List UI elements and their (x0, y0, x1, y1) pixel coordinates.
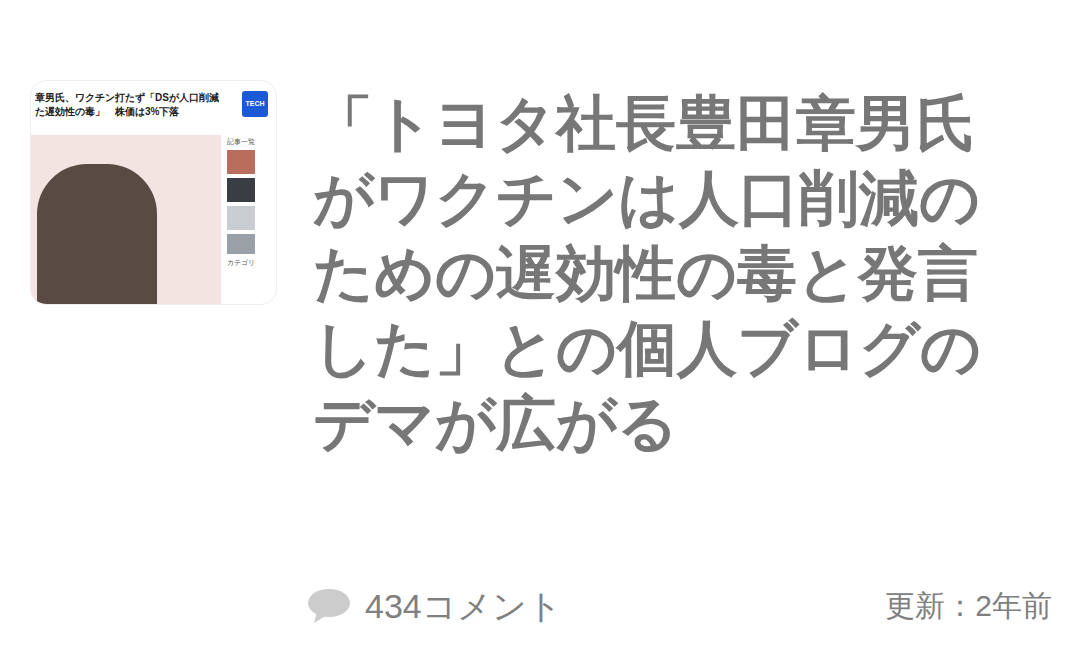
comment-label: 434コメント (365, 584, 562, 628)
news-item[interactable]: 章男氏、ワクチン打たず「DSが人口削減 た遅効性の毒」 株価は3%下落 TECH… (0, 0, 1080, 656)
sidebar-footer: カテゴリ (227, 258, 270, 267)
sidebar-heading: 記事一覧 (227, 137, 270, 146)
sidebar-thumb (227, 234, 255, 254)
sidebar-thumb (227, 150, 255, 174)
site-badge: TECH (242, 91, 268, 117)
thumbnail-headline: 章男氏、ワクチン打たず「DSが人口削減 (35, 91, 242, 105)
comment-icon (307, 588, 351, 624)
thumbnail[interactable]: 章男氏、ワクチン打たず「DSが人口削減 た遅効性の毒」 株価は3%下落 TECH… (30, 80, 277, 305)
sidebar-thumb (227, 178, 255, 202)
headline[interactable]: 「トヨタ社長豊田章男氏がワクチンは人口削減のための遅効性の毒と発言した」との個人… (313, 86, 1023, 461)
sidebar-thumb (227, 206, 255, 230)
person-silhouette (37, 164, 157, 304)
photo (31, 135, 221, 304)
thumbnail-headline: た遅効性の毒」 株価は3%下落 (35, 105, 242, 119)
comment-count[interactable]: 434コメント (307, 584, 562, 628)
updated-time: 更新：2年前 (885, 584, 1052, 628)
